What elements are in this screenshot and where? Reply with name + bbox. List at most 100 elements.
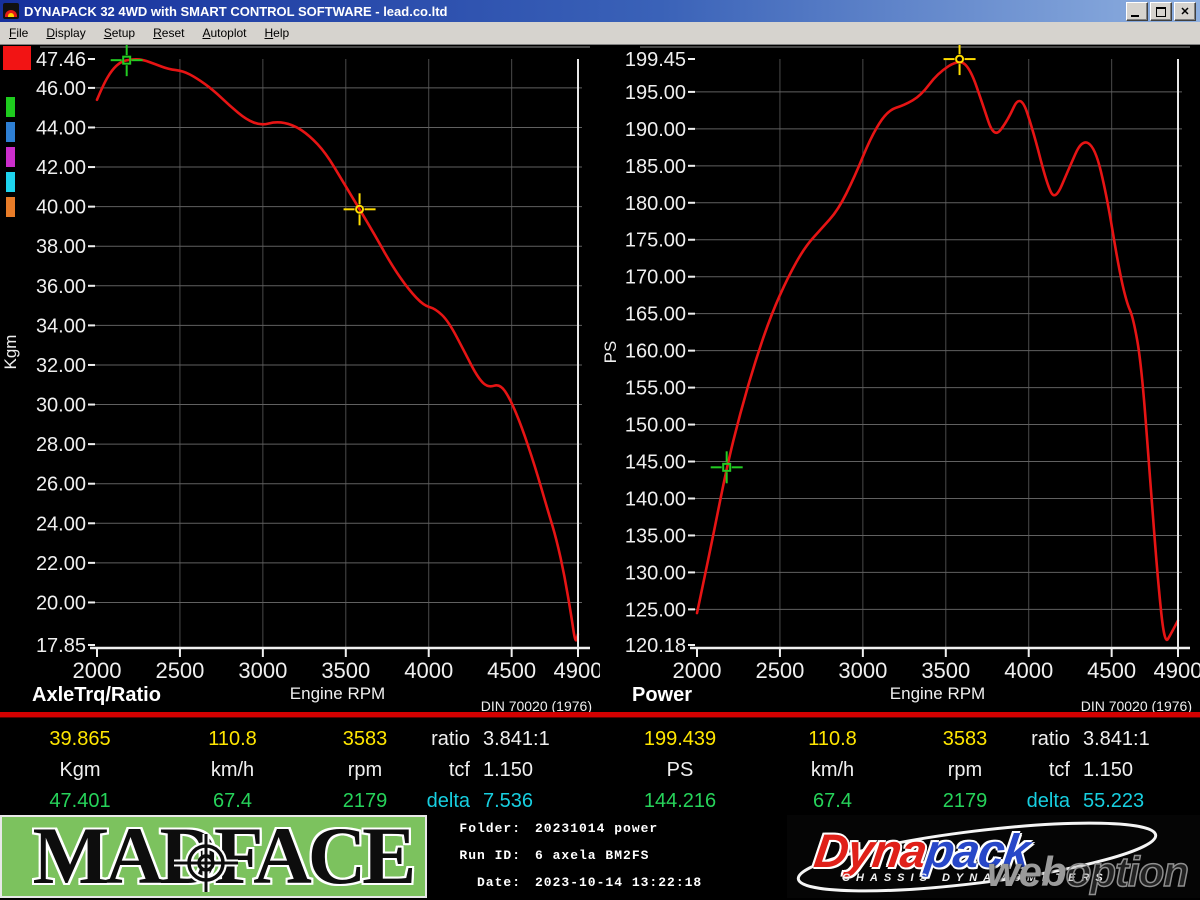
- channel-swatch-2[interactable]: [6, 97, 15, 117]
- y-tick-label: 145.00: [625, 452, 686, 474]
- marker-power-value: 144.216: [643, 789, 717, 812]
- rpm-unit: rpm: [347, 758, 383, 781]
- y-tick-label: 47.46: [36, 49, 86, 71]
- footer: MADFACE Folder: 20231014 power Run ID: 6…: [0, 815, 1200, 900]
- app-icon: [3, 3, 19, 19]
- y-tick-label: 135.00: [625, 525, 686, 547]
- folder-value: 20231014 power: [535, 821, 659, 836]
- cursor-torque-value: 39.865: [49, 727, 111, 750]
- chart-title: Power: [632, 684, 692, 706]
- delta-value: 7.536: [483, 789, 534, 812]
- x-tick-label: 4900: [554, 658, 600, 683]
- minimize-button[interactable]: [1126, 1, 1148, 21]
- power-chart[interactable]: 2000 2500 3000 3500 4000 4500 4900 199.45 195.00…: [600, 43, 1200, 714]
- run-id-label: Run ID:: [459, 848, 521, 863]
- crosshair-icon: [174, 834, 238, 892]
- tcf-label: tcf: [1048, 758, 1070, 781]
- restore-icon: [1154, 6, 1166, 21]
- y-tick-label: 180.00: [625, 193, 686, 215]
- torque-chart[interactable]: 2000 2500 3000 3500 4000 4500 4900 47.46 46.00 44…: [0, 44, 602, 714]
- menu-file[interactable]: File: [0, 24, 37, 42]
- y-tick-label: 44.00: [36, 117, 86, 139]
- x-tick-label: 3500: [921, 658, 970, 683]
- din-note: DIN 70020 (1976): [1081, 698, 1192, 712]
- x-tick-label: 3500: [321, 658, 370, 683]
- run-id-value: 6 axela BM2FS: [535, 848, 650, 863]
- y-tick-label: 22.00: [36, 553, 86, 575]
- title-bar: DYNAPACK 32 4WD with SMART CONTROL SOFTW…: [0, 0, 1200, 22]
- cursor-power-value: 199.439: [643, 727, 717, 750]
- y-tick-label: 130.00: [625, 562, 686, 584]
- window-title: DYNAPACK 32 4WD with SMART CONTROL SOFTW…: [24, 3, 448, 19]
- x-tick-label: 4500: [1087, 658, 1136, 683]
- ratio-value: 3.841:1: [1083, 727, 1150, 750]
- menu-setup[interactable]: Setup: [95, 24, 144, 42]
- y-tick-label: 160.00: [625, 341, 686, 363]
- y-tick-label: 185.00: [625, 156, 686, 178]
- tcf-label: tcf: [448, 758, 470, 781]
- channel-swatch-6[interactable]: [6, 197, 15, 217]
- delta-label: delta: [1026, 789, 1070, 812]
- torque-readout-panel: 39.865 110.8 3583 ratio 3.841:1 Kgm km/h…: [0, 722, 600, 814]
- torque-unit: Kgm: [59, 758, 101, 781]
- x-tick-label: 2500: [155, 658, 204, 683]
- y-tick-label: 120.18: [625, 635, 686, 657]
- marker-speed-value: 67.4: [213, 789, 252, 812]
- y-tick-label: 26.00: [36, 474, 86, 496]
- y-axis-unit: Kgm: [1, 335, 20, 370]
- run-info: Folder: 20231014 power Run ID: 6 axela B…: [433, 815, 783, 898]
- din-note: DIN 70020 (1976): [481, 698, 592, 712]
- ratio-value: 3.841:1: [483, 727, 550, 750]
- y-tick-label: 165.00: [625, 304, 686, 326]
- y-axis-unit: PS: [601, 341, 620, 364]
- x-tick-label: 4000: [1004, 658, 1053, 683]
- x-tick-label: 2000: [73, 658, 122, 683]
- channel-swatch-1[interactable]: [3, 46, 31, 70]
- y-tick-label: 36.00: [36, 276, 86, 298]
- dynapack-logo: Dynapack CHASSIS DYNAMOMETERS weboption: [787, 815, 1200, 898]
- close-button[interactable]: ✕: [1174, 1, 1196, 21]
- y-tick-label: 125.00: [625, 599, 686, 621]
- rpm-unit: rpm: [947, 758, 983, 781]
- y-tick-label: 24.00: [36, 513, 86, 535]
- folder-label: Folder:: [459, 821, 521, 836]
- x-tick-label: 3000: [238, 658, 287, 683]
- x-tick-label: 4500: [487, 658, 536, 683]
- chart-svg: 2000 2500 3000 3500 4000 4500 4900 199.45 195.00…: [601, 43, 1200, 714]
- restore-button[interactable]: [1150, 1, 1172, 21]
- channel-swatches: [0, 45, 36, 217]
- channel-swatch-4[interactable]: [6, 147, 15, 167]
- menu-display[interactable]: Display: [37, 24, 94, 42]
- x-axis-title: Engine RPM: [290, 684, 385, 703]
- chart-title: AxleTrq/Ratio: [32, 684, 161, 706]
- channel-swatch-3[interactable]: [6, 122, 15, 142]
- dynapack-window: DYNAPACK 32 4WD with SMART CONTROL SOFTW…: [0, 0, 1200, 900]
- power-unit: PS: [666, 758, 694, 781]
- weboption-watermark: weboption: [987, 847, 1190, 896]
- menu-help[interactable]: Help: [256, 24, 299, 42]
- ratio-label: ratio: [431, 727, 470, 750]
- ratio-label: ratio: [1031, 727, 1070, 750]
- power-readout-panel: 199.439 110.8 3583 ratio 3.841:1 PS km/h…: [600, 722, 1200, 814]
- y-tick-label: 30.00: [36, 395, 86, 417]
- y-tick-label: 199.45: [625, 49, 686, 71]
- marker-rpm-value: 2179: [342, 789, 388, 812]
- y-tick-label: 32.00: [36, 355, 86, 377]
- channel-swatch-5[interactable]: [6, 172, 15, 192]
- y-tick-label: 28.00: [36, 434, 86, 456]
- y-tick-label: 38.00: [36, 236, 86, 258]
- cursor-speed-value: 110.8: [208, 727, 257, 750]
- y-tick-label: 17.85: [36, 635, 86, 657]
- x-tick-label: 4000: [404, 658, 453, 683]
- menu-reset[interactable]: Reset: [144, 24, 193, 42]
- x-tick-label: 2500: [755, 658, 804, 683]
- tcf-value: 1.150: [1083, 758, 1134, 781]
- x-tick-label: 2000: [673, 658, 722, 683]
- menu-bar: File Display Setup Reset Autoplot Help: [0, 22, 1200, 45]
- y-tick-label: 150.00: [625, 415, 686, 437]
- y-tick-label: 40.00: [36, 197, 86, 219]
- menu-autoplot[interactable]: Autoplot: [193, 24, 255, 42]
- y-tick-label: 195.00: [625, 82, 686, 104]
- y-tick-label: 42.00: [36, 157, 86, 179]
- red-divider: [0, 712, 1200, 718]
